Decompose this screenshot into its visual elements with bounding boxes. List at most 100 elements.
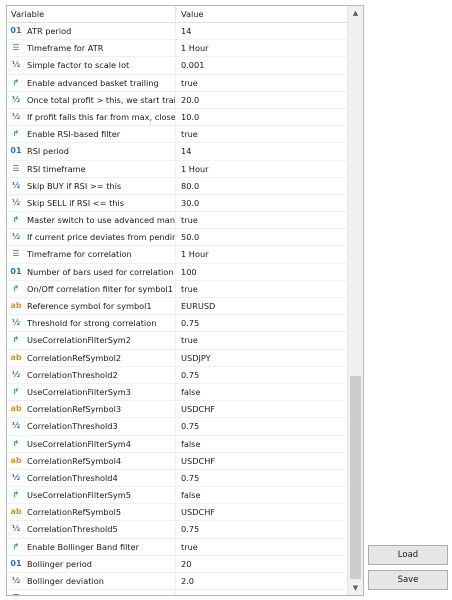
parameter-value[interactable]: 0.75 bbox=[181, 370, 341, 380]
parameter-row[interactable]: ☰ Timeframe for Bollinger filter 1 Hour bbox=[7, 590, 347, 595]
column-divider bbox=[175, 504, 176, 521]
column-divider bbox=[175, 332, 176, 349]
parameter-value[interactable]: true bbox=[181, 335, 341, 345]
parameter-row[interactable]: ab CorrelationRefSymbol5 USDCHF bbox=[7, 504, 347, 522]
parameter-row[interactable]: ☰ Timeframe for correlation 1 Hour bbox=[7, 246, 347, 264]
parameter-value[interactable]: 0.75 bbox=[181, 524, 341, 534]
parameter-name: Reference symbol for symbol1 bbox=[27, 301, 152, 311]
parameter-value[interactable]: USDJPY bbox=[181, 353, 341, 363]
parameter-value[interactable]: USDCHF bbox=[181, 404, 341, 414]
parameter-name: If current price deviates from pendin... bbox=[27, 232, 175, 243]
parameter-value[interactable]: false bbox=[181, 490, 341, 500]
parameter-row[interactable]: 01 Number of bars used for correlation c.… bbox=[7, 263, 347, 281]
parameter-row[interactable]: 01 RSI period 14 bbox=[7, 143, 347, 161]
column-divider bbox=[175, 57, 176, 74]
parameter-name: Skip BUY if RSI >= this bbox=[27, 180, 122, 191]
parameter-row[interactable]: ↱ On/Off correlation filter for symbol1 tr… bbox=[7, 280, 347, 298]
parameter-row[interactable]: ab CorrelationRefSymbol2 USDJPY bbox=[7, 349, 347, 367]
parameter-value[interactable]: 0.001 bbox=[181, 60, 341, 70]
string-type-icon: ab bbox=[10, 352, 22, 362]
parameter-row[interactable]: ½ CorrelationThreshold3 0.75 bbox=[7, 418, 347, 436]
load-button[interactable]: Load bbox=[368, 545, 448, 565]
scroll-up-icon[interactable]: ▲ bbox=[348, 6, 363, 20]
parameter-value[interactable]: 1 Hour bbox=[181, 43, 341, 53]
parameter-row[interactable]: ½ CorrelationThreshold5 0.75 bbox=[7, 521, 347, 539]
parameter-value[interactable]: 1 Hour bbox=[181, 164, 341, 174]
column-header-variable[interactable]: Variable bbox=[11, 9, 44, 19]
boolean-type-icon: ↱ bbox=[12, 490, 20, 500]
parameter-row[interactable]: ↱ UseCorrelationFilterSym4 false bbox=[7, 435, 347, 453]
parameter-row[interactable]: ½ Once total profit > this, we start trai… bbox=[7, 91, 347, 109]
parameter-row[interactable]: ½ CorrelationThreshold4 0.75 bbox=[7, 469, 347, 488]
parameter-value[interactable]: true bbox=[181, 129, 341, 139]
parameter-row[interactable]: ↱ Enable RSI-based filter true bbox=[7, 126, 347, 144]
column-divider bbox=[175, 160, 176, 177]
parameter-row[interactable]: ½ If profit falls this far from max, clos… bbox=[7, 108, 347, 127]
parameter-row[interactable]: ½ CorrelationThreshold2 0.75 bbox=[7, 366, 347, 384]
parameter-value[interactable]: 2.0 bbox=[181, 576, 341, 586]
parameter-value[interactable]: true bbox=[181, 215, 341, 225]
save-button[interactable]: Save bbox=[368, 570, 448, 590]
column-divider bbox=[175, 263, 176, 280]
parameter-name: CorrelationRefSymbol4 bbox=[27, 455, 122, 466]
parameter-value[interactable]: USDCHF bbox=[181, 456, 341, 466]
parameter-row[interactable]: ½ Skip BUY if RSI >= this 80.0 bbox=[7, 177, 347, 195]
parameter-row[interactable]: 01 ATR period 14 bbox=[7, 23, 347, 41]
parameters-grid: Variable Value 01 ATR period 14 ☰ Timeframe … bbox=[6, 5, 364, 596]
parameter-row[interactable]: ½ Simple factor to scale lot 0.001 bbox=[7, 57, 347, 75]
column-header-value[interactable]: Value bbox=[181, 9, 203, 19]
parameter-value[interactable]: 1 Hour bbox=[181, 249, 341, 259]
parameter-value[interactable]: true bbox=[181, 542, 341, 552]
parameter-row[interactable]: ½ Threshold for strong correlation 0.75 bbox=[7, 315, 347, 333]
parameter-row[interactable]: ab CorrelationRefSymbol3 USDCHF bbox=[7, 401, 347, 419]
parameter-value[interactable]: true bbox=[181, 284, 341, 294]
parameter-value[interactable]: 30.0 bbox=[181, 198, 341, 208]
parameter-value[interactable]: 14 bbox=[181, 146, 341, 156]
parameter-name: CorrelationRefSymbol5 bbox=[27, 507, 122, 518]
parameter-row[interactable]: ab Reference symbol for symbol1 EURUSD bbox=[7, 298, 347, 316]
parameter-value[interactable]: 0.75 bbox=[181, 421, 341, 431]
column-divider bbox=[175, 108, 176, 126]
parameter-value[interactable]: 10.0 bbox=[181, 112, 341, 122]
column-divider bbox=[175, 74, 176, 91]
parameter-value[interactable]: true bbox=[181, 78, 341, 88]
parameter-row[interactable]: ab CorrelationRefSymbol4 USDCHF bbox=[7, 452, 347, 470]
parameter-name: CorrelationRefSymbol3 bbox=[27, 404, 122, 415]
parameter-row[interactable]: ↱ Master switch to use advanced mana... tr… bbox=[7, 212, 347, 230]
parameter-value[interactable]: 80.0 bbox=[181, 181, 341, 191]
parameter-value[interactable]: false bbox=[181, 387, 341, 397]
parameter-value[interactable]: USDCHF bbox=[181, 507, 341, 517]
parameter-row[interactable]: ↱ Enable advanced basket trailing true bbox=[7, 74, 347, 92]
parameter-row[interactable]: ½ If current price deviates from pendin..… bbox=[7, 229, 347, 247]
parameter-value[interactable]: 20.0 bbox=[181, 95, 341, 105]
parameter-value[interactable]: 20 bbox=[181, 559, 341, 569]
vertical-scrollbar[interactable]: ▲ ▼ bbox=[347, 6, 363, 595]
parameter-row[interactable]: ½ Skip SELL if RSI <= this 30.0 bbox=[7, 194, 347, 213]
parameter-value[interactable]: 1 Hour bbox=[181, 593, 341, 595]
parameter-name: CorrelationThreshold4 bbox=[27, 472, 118, 483]
parameter-name: UseCorrelationFilterSym3 bbox=[27, 386, 131, 397]
scroll-down-icon[interactable]: ▼ bbox=[348, 581, 363, 595]
parameter-value[interactable]: 0.75 bbox=[181, 318, 341, 328]
parameter-value[interactable]: 50.0 bbox=[181, 232, 341, 242]
parameter-row[interactable]: ↱ UseCorrelationFilterSym3 false bbox=[7, 383, 347, 402]
parameter-row[interactable]: ↱ UseCorrelationFilterSym2 true bbox=[7, 332, 347, 350]
parameter-name: Skip SELL if RSI <= this bbox=[27, 197, 125, 208]
parameter-row[interactable]: ↱ Enable Bollinger Band filter true bbox=[7, 538, 347, 556]
parameter-row[interactable]: ☰ Timeframe for ATR 1 Hour bbox=[7, 40, 347, 58]
integer-type-icon: 01 bbox=[10, 26, 22, 35]
parameter-name: RSI timeframe bbox=[27, 163, 86, 174]
parameter-row[interactable]: ↱ UseCorrelationFilterSym5 false bbox=[7, 487, 347, 505]
parameter-name: Timeframe for correlation bbox=[27, 249, 132, 260]
column-divider bbox=[175, 177, 176, 194]
parameter-value[interactable]: 100 bbox=[181, 267, 341, 277]
parameter-value[interactable]: false bbox=[181, 439, 341, 449]
parameter-value[interactable]: 0.75 bbox=[181, 473, 341, 483]
parameter-row[interactable]: 01 Bollinger period 20 bbox=[7, 555, 347, 573]
parameter-row[interactable]: ½ Bollinger deviation 2.0 bbox=[7, 573, 347, 591]
parameter-name: UseCorrelationFilterSym5 bbox=[27, 490, 131, 501]
parameter-value[interactable]: 14 bbox=[181, 26, 341, 36]
scrollbar-thumb[interactable] bbox=[350, 376, 361, 579]
parameter-value[interactable]: EURUSD bbox=[181, 301, 341, 311]
parameter-row[interactable]: ☰ RSI timeframe 1 Hour bbox=[7, 160, 347, 178]
